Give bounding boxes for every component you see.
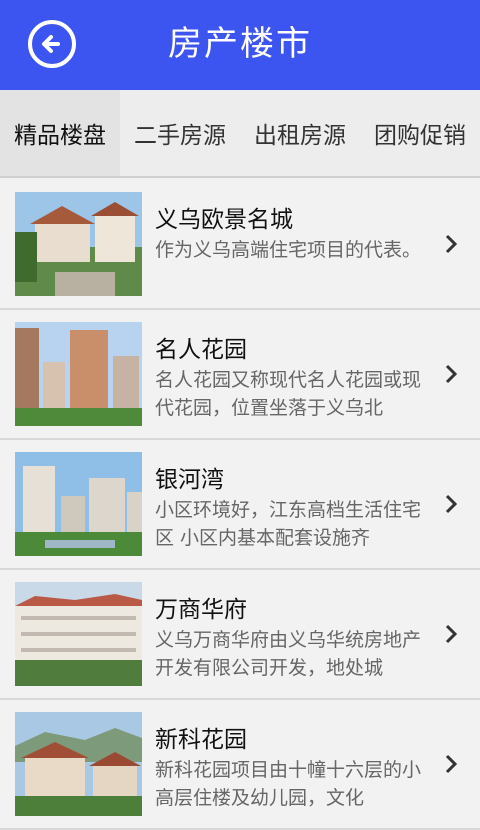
list-item[interactable]: 名人花园 名人花园又称现代名人花园或现代花园，位置坐落于义乌北 xyxy=(0,310,480,440)
chevron-right-icon xyxy=(445,754,458,774)
property-photo xyxy=(15,712,142,816)
app-header: 房产楼市 xyxy=(0,0,480,90)
page-title: 房产楼市 xyxy=(168,24,312,64)
listing-title: 银河湾 xyxy=(155,467,224,493)
listing-title: 名人花园 xyxy=(155,337,247,363)
listing-description: 义乌万商华府由义乌华统房地产开发有限公司开发，地处城 xyxy=(155,629,422,679)
listing-title: 义乌欧景名城 xyxy=(155,207,293,233)
property-photo xyxy=(15,192,142,296)
chevron-right-icon xyxy=(445,494,458,514)
listing-title: 新科花园 xyxy=(155,727,247,753)
chevron-right-icon xyxy=(445,624,458,644)
listing-description: 名人花园又称现代名人花园或现代花园，位置坐落于义乌北 xyxy=(155,369,422,419)
listing-title: 万商华府 xyxy=(155,597,247,623)
listing-description: 作为义乌高端住宅项目的代表。 xyxy=(155,239,422,261)
property-photo xyxy=(15,452,142,556)
listing-description: 小区环境好，江东高档生活住宅区 小区内基本配套设施齐 xyxy=(155,499,422,549)
tab-second-hand[interactable]: 二手房源 xyxy=(120,90,240,176)
tab-premium-properties[interactable]: 精品楼盘 xyxy=(0,90,120,176)
listing-list: 义乌欧景名城 作为义乌高端住宅项目的代表。 名人花园 名人花园又称现代名人花园或… xyxy=(0,180,480,830)
listing-description: 新科花园项目由十幢十六层的小高层住楼及幼儿园，文化 xyxy=(155,759,422,809)
list-item[interactable]: 万商华府 义乌万商华府由义乌华统房地产开发有限公司开发，地处城 xyxy=(0,570,480,700)
chevron-right-icon xyxy=(445,364,458,384)
category-tabs: 精品楼盘 二手房源 出租房源 团购促销 xyxy=(0,90,480,178)
property-photo xyxy=(15,582,142,686)
tab-rentals[interactable]: 出租房源 xyxy=(240,90,360,176)
tab-group-buy[interactable]: 团购促销 xyxy=(360,90,480,176)
list-item[interactable]: 新科花园 新科花园项目由十幢十六层的小高层住楼及幼儿园，文化 xyxy=(0,700,480,830)
property-photo xyxy=(15,322,142,426)
list-item[interactable]: 银河湾 小区环境好，江东高档生活住宅区 小区内基本配套设施齐 xyxy=(0,440,480,570)
list-item[interactable]: 义乌欧景名城 作为义乌高端住宅项目的代表。 xyxy=(0,180,480,310)
chevron-right-icon xyxy=(445,234,458,254)
